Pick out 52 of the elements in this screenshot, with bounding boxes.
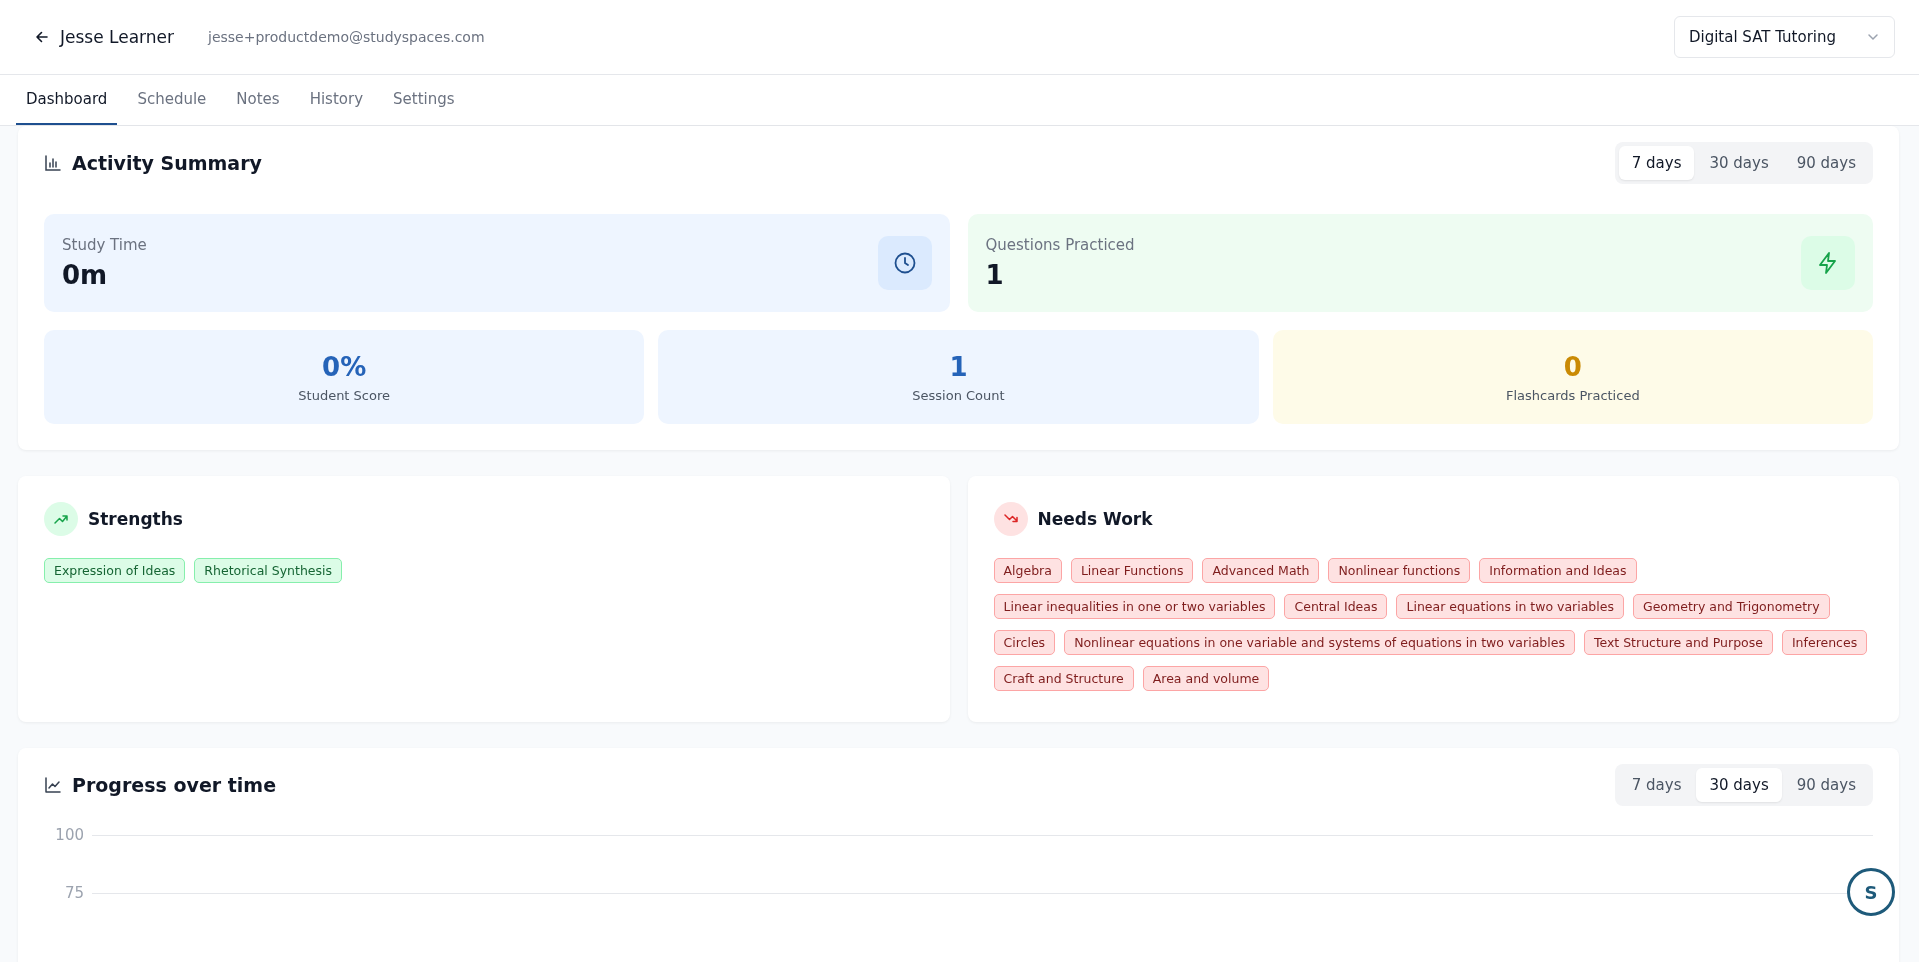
strength-tag: Expression of Ideas: [44, 558, 186, 583]
nav-tab[interactable]: History: [299, 75, 374, 125]
stat-value: 1: [949, 351, 968, 382]
bar-chart-icon: [44, 154, 62, 172]
needs-work-tag: Circles: [993, 630, 1056, 655]
nav-tab[interactable]: Notes: [226, 75, 290, 125]
section-title: Activity Summary: [72, 152, 262, 174]
needs-work-tag: Text Structure and Purpose: [1583, 630, 1773, 655]
needs-work-tag: Inferences: [1781, 630, 1868, 655]
needs-work-tag: Central Ideas: [1284, 594, 1388, 619]
clock-icon: [892, 251, 917, 275]
trend-up-icon: [44, 502, 78, 536]
range-option[interactable]: 7 days: [1618, 768, 1695, 802]
section-title: Strengths: [88, 509, 183, 529]
needs-work-tag: Algebra: [993, 558, 1062, 583]
y-axis-label: 75: [63, 884, 84, 902]
needs-work-tag: Information and Ideas: [1479, 558, 1637, 583]
needs-work-tag: Linear equations in two variables: [1396, 594, 1624, 619]
strength-tag: Rhetorical Synthesis: [194, 558, 343, 583]
section-title: Progress over time: [72, 774, 277, 796]
range-option[interactable]: 90 days: [1783, 146, 1869, 180]
needs-work-tag: Nonlinear functions: [1328, 558, 1471, 583]
stat-value: 0: [1563, 351, 1582, 382]
needs-work-tag: Geometry and Trigonometry: [1633, 594, 1830, 619]
range-option[interactable]: 30 days: [1696, 146, 1782, 180]
trend-down-icon: [993, 502, 1028, 536]
line-chart-icon: [44, 776, 62, 794]
needs-work-tag: Area and volume: [1142, 666, 1270, 691]
nav-tab[interactable]: Schedule: [127, 75, 217, 125]
student-email: jesse+productdemo@studyspaces.com: [208, 29, 485, 45]
section-title: Needs Work: [1037, 509, 1153, 529]
stat-value: 0%: [322, 351, 367, 382]
stat-label: Study Time: [62, 236, 147, 254]
course-select[interactable]: Digital SAT Tutoring: [1673, 16, 1895, 58]
needs-work-tag: Linear Functions: [1070, 558, 1194, 583]
stat-label: Session Count: [912, 387, 1005, 403]
stat-label: Flashcards Practiced: [1506, 387, 1640, 403]
needs-work-tag: Nonlinear equations in one variable and systems of equations in two variables: [1064, 630, 1575, 655]
range-option[interactable]: 7 days: [1618, 146, 1695, 180]
y-axis-label: 100: [54, 826, 84, 844]
stat-label: Questions Practiced: [985, 236, 1135, 254]
needs-work-tag: Craft and Structure: [993, 666, 1134, 691]
range-option[interactable]: 30 days: [1696, 768, 1782, 802]
back-arrow-icon[interactable]: [34, 29, 50, 45]
nav-tab[interactable]: Settings: [383, 75, 465, 125]
stat-label: Student Score: [298, 387, 390, 403]
range-option[interactable]: 90 days: [1783, 768, 1869, 802]
needs-work-tag: Advanced Math: [1202, 558, 1320, 583]
stat-value: 0m: [62, 260, 109, 290]
needs-work-tag: Linear inequalities in one or two variables: [993, 594, 1276, 619]
student-name: Jesse Learner: [60, 27, 174, 47]
stat-value: 1: [985, 260, 1005, 290]
